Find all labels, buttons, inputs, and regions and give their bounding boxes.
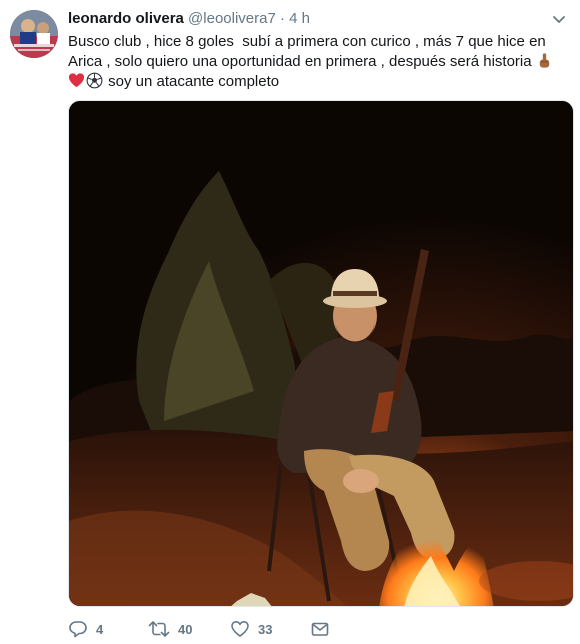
tweet-text: Busco club , hice 8 goles subí a primera… <box>68 32 568 92</box>
reply-icon <box>69 621 87 638</box>
tweet-header: leonardo olivera @leoolivera7 · 4 h <box>68 9 540 29</box>
retweet-button[interactable]: 40 <box>148 618 192 640</box>
retweet-count: 40 <box>178 621 193 637</box>
timestamp[interactable]: 4 h <box>289 10 310 27</box>
red-heart-emoji-icon <box>68 73 85 88</box>
user-handle[interactable]: @leoolivera7 <box>188 10 276 27</box>
like-button[interactable]: 33 <box>230 618 272 640</box>
campfire-photo-image <box>69 101 573 606</box>
pointing-up-emoji-icon <box>539 53 550 68</box>
heart-icon <box>231 621 249 637</box>
envelope-icon <box>311 622 329 636</box>
tweet-card: leonardo olivera @leoolivera7 · 4 h Busc… <box>0 0 580 644</box>
like-count: 33 <box>258 621 273 637</box>
chevron-down-icon[interactable] <box>550 10 568 28</box>
avatar-image <box>10 10 58 58</box>
tweet-text-tail: soy un atacante completo <box>104 73 280 90</box>
reply-button[interactable]: 4 <box>68 618 103 640</box>
separator-dot: · <box>280 10 285 27</box>
reply-count: 4 <box>96 621 104 637</box>
tweet-text-main: Busco club , hice 8 goles subí a primera… <box>68 33 550 70</box>
direct-message-button[interactable] <box>310 618 338 640</box>
soccer-ball-emoji-icon <box>86 72 103 89</box>
retweet-icon <box>148 621 170 637</box>
tweet-photo[interactable] <box>68 100 574 607</box>
avatar[interactable] <box>10 10 58 58</box>
display-name[interactable]: leonardo olivera <box>68 10 184 27</box>
tweet-actions: 4 40 33 <box>68 618 488 640</box>
